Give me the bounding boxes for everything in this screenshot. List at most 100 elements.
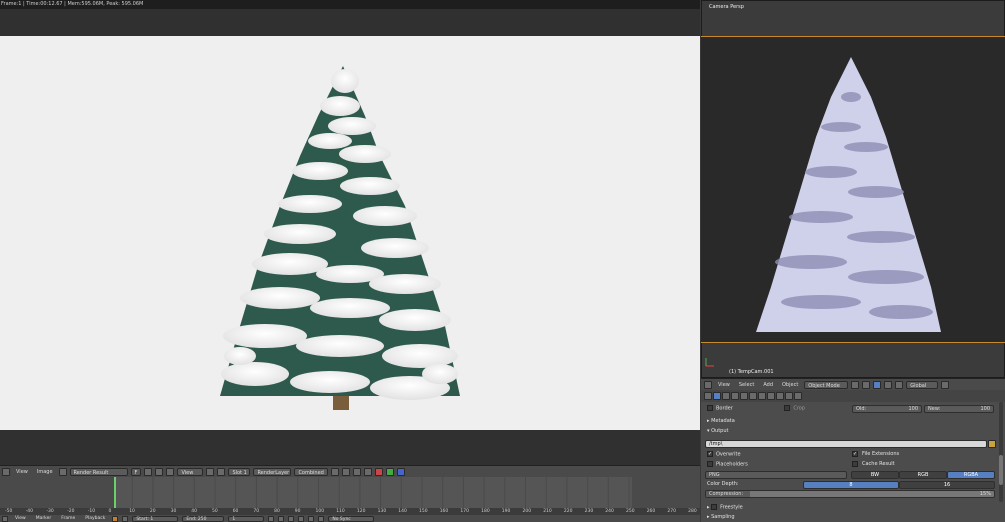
image-menu[interactable]: Image: [34, 468, 56, 476]
properties-scrollbar[interactable]: [999, 402, 1003, 502]
image-browse-icon[interactable]: [58, 467, 67, 476]
vp-add-menu[interactable]: Add: [760, 381, 776, 389]
snap-icon[interactable]: [217, 467, 226, 476]
brush-icon[interactable]: [353, 467, 362, 476]
timeline-editor-icon[interactable]: [2, 515, 8, 522]
new-scale-field[interactable]: New: 100: [924, 405, 994, 413]
record-icon[interactable]: [112, 515, 119, 522]
manipulator-icon[interactable]: [873, 380, 882, 389]
freestyle-panel-header[interactable]: ▸ Freestyle: [701, 504, 999, 511]
depth-16-button[interactable]: 16: [899, 481, 995, 489]
view-mode-select[interactable]: View: [177, 467, 204, 476]
sync-mode-select[interactable]: No Sync: [328, 515, 375, 522]
display-mode-icon[interactable]: [166, 467, 175, 476]
pivot-icon[interactable]: [206, 467, 215, 476]
timeline-tick-label: 130: [377, 509, 387, 514]
red-channel-icon[interactable]: [375, 467, 384, 476]
view-menu[interactable]: View: [13, 468, 31, 476]
timeline-marker-menu[interactable]: Marker: [33, 516, 55, 522]
metadata-panel-header[interactable]: ▸ Metadata: [701, 418, 999, 424]
start-frame-field[interactable]: Start: 1: [132, 515, 179, 522]
color-rgb-button[interactable]: RGB: [899, 471, 947, 479]
camera-frame[interactable]: [701, 36, 1005, 343]
mode-select[interactable]: Object Mode: [804, 380, 849, 389]
vp-object-menu[interactable]: Object: [779, 381, 801, 389]
compression-slider[interactable]: Compression: 15%: [705, 490, 995, 498]
folder-icon[interactable]: [988, 440, 996, 448]
timeline-view-menu[interactable]: View: [12, 516, 29, 522]
viewport-editor-icon[interactable]: [704, 380, 712, 389]
vp-view-menu[interactable]: View: [715, 381, 733, 389]
sample-icon[interactable]: [364, 467, 373, 476]
axis-gizmo-icon: [705, 358, 714, 367]
world-tab-icon[interactable]: [740, 392, 748, 400]
image-name-field[interactable]: Render Result: [69, 467, 128, 476]
timeline-tick-label: 150: [419, 509, 428, 514]
end-frame-field[interactable]: End: 250: [182, 515, 225, 522]
texture-tab-icon[interactable]: [794, 392, 802, 400]
new-image-icon[interactable]: [144, 467, 153, 476]
timeline-tick-label: -30: [46, 509, 54, 514]
prev-keyframe-icon[interactable]: [278, 515, 285, 522]
properties-scrollbar-thumb[interactable]: [999, 455, 1003, 485]
scene-tab-icon[interactable]: [731, 392, 739, 400]
current-frame-field[interactable]: 1: [228, 515, 265, 522]
current-frame-cursor[interactable]: [114, 477, 116, 508]
output-panel-header[interactable]: ▾ Output: [701, 428, 999, 434]
border-checkbox[interactable]: [707, 405, 713, 411]
color-rgba-button[interactable]: RGBA: [947, 471, 995, 479]
translate-icon[interactable]: [884, 380, 893, 389]
timeline-tick-label: -10: [87, 509, 96, 514]
overwrite-checkbox[interactable]: ✓: [707, 451, 713, 457]
play-reverse-icon[interactable]: [288, 515, 295, 522]
timeline-tick-label: 60: [232, 509, 239, 514]
slot-select[interactable]: Slot 1: [228, 467, 251, 476]
layers-icon[interactable]: [941, 380, 950, 389]
old-scale-field[interactable]: Old: 100: [852, 405, 922, 413]
jump-end-icon[interactable]: [318, 515, 325, 522]
render-result-canvas[interactable]: [0, 36, 700, 430]
timeline-tick-label: 230: [584, 509, 594, 514]
shading-icon[interactable]: [851, 380, 860, 389]
next-keyframe-icon[interactable]: [308, 515, 315, 522]
crop-checkbox[interactable]: [784, 405, 791, 411]
image-editor-header: View Image Render Result F View Slot 1 R…: [0, 465, 700, 477]
properties-editor-icon[interactable]: [704, 392, 712, 400]
rotate-icon[interactable]: [895, 380, 904, 389]
render-layer-select[interactable]: RenderLayer: [253, 467, 292, 476]
play-icon[interactable]: [298, 515, 305, 522]
output-path-field[interactable]: /tmp\: [705, 440, 987, 448]
display-channels-icon[interactable]: [342, 467, 351, 476]
modifiers-tab-icon[interactable]: [767, 392, 775, 400]
snowy-tree-render: [220, 66, 460, 410]
color-bw-button[interactable]: BW: [851, 471, 899, 479]
file-format-select[interactable]: PNG: [705, 471, 847, 479]
depth-8-button[interactable]: 8: [803, 481, 899, 489]
render-pass-select[interactable]: Combined: [294, 467, 329, 476]
file-extensions-label: File Extensions: [862, 451, 900, 457]
orientation-select[interactable]: Global: [906, 380, 939, 389]
sampling-panel-header[interactable]: ▸ Sampling: [701, 514, 999, 520]
constraints-tab-icon[interactable]: [758, 392, 766, 400]
file-extensions-checkbox[interactable]: ✓: [852, 451, 858, 457]
placeholders-checkbox[interactable]: [707, 461, 713, 467]
material-tab-icon[interactable]: [785, 392, 793, 400]
editor-type-icon[interactable]: [2, 467, 10, 476]
timeline-frame-menu[interactable]: Frame: [58, 516, 78, 522]
fake-user-button[interactable]: F: [130, 467, 142, 476]
jump-start-icon[interactable]: [268, 515, 275, 522]
unlink-icon[interactable]: [155, 467, 164, 476]
render-tab-icon[interactable]: [713, 392, 721, 400]
pivot-point-icon[interactable]: [862, 380, 871, 389]
cache-result-checkbox[interactable]: [852, 461, 858, 467]
render-layers-tab-icon[interactable]: [722, 392, 730, 400]
vp-select-menu[interactable]: Select: [736, 381, 757, 389]
object-tab-icon[interactable]: [749, 392, 757, 400]
blue-channel-icon[interactable]: [397, 467, 406, 476]
preview-range-icon[interactable]: [122, 515, 129, 522]
channels-icon[interactable]: [331, 467, 340, 476]
green-channel-icon[interactable]: [386, 467, 395, 476]
timeline-playback-menu[interactable]: Playback: [82, 516, 108, 522]
freestyle-checkbox[interactable]: [711, 504, 718, 510]
data-tab-icon[interactable]: [776, 392, 784, 400]
